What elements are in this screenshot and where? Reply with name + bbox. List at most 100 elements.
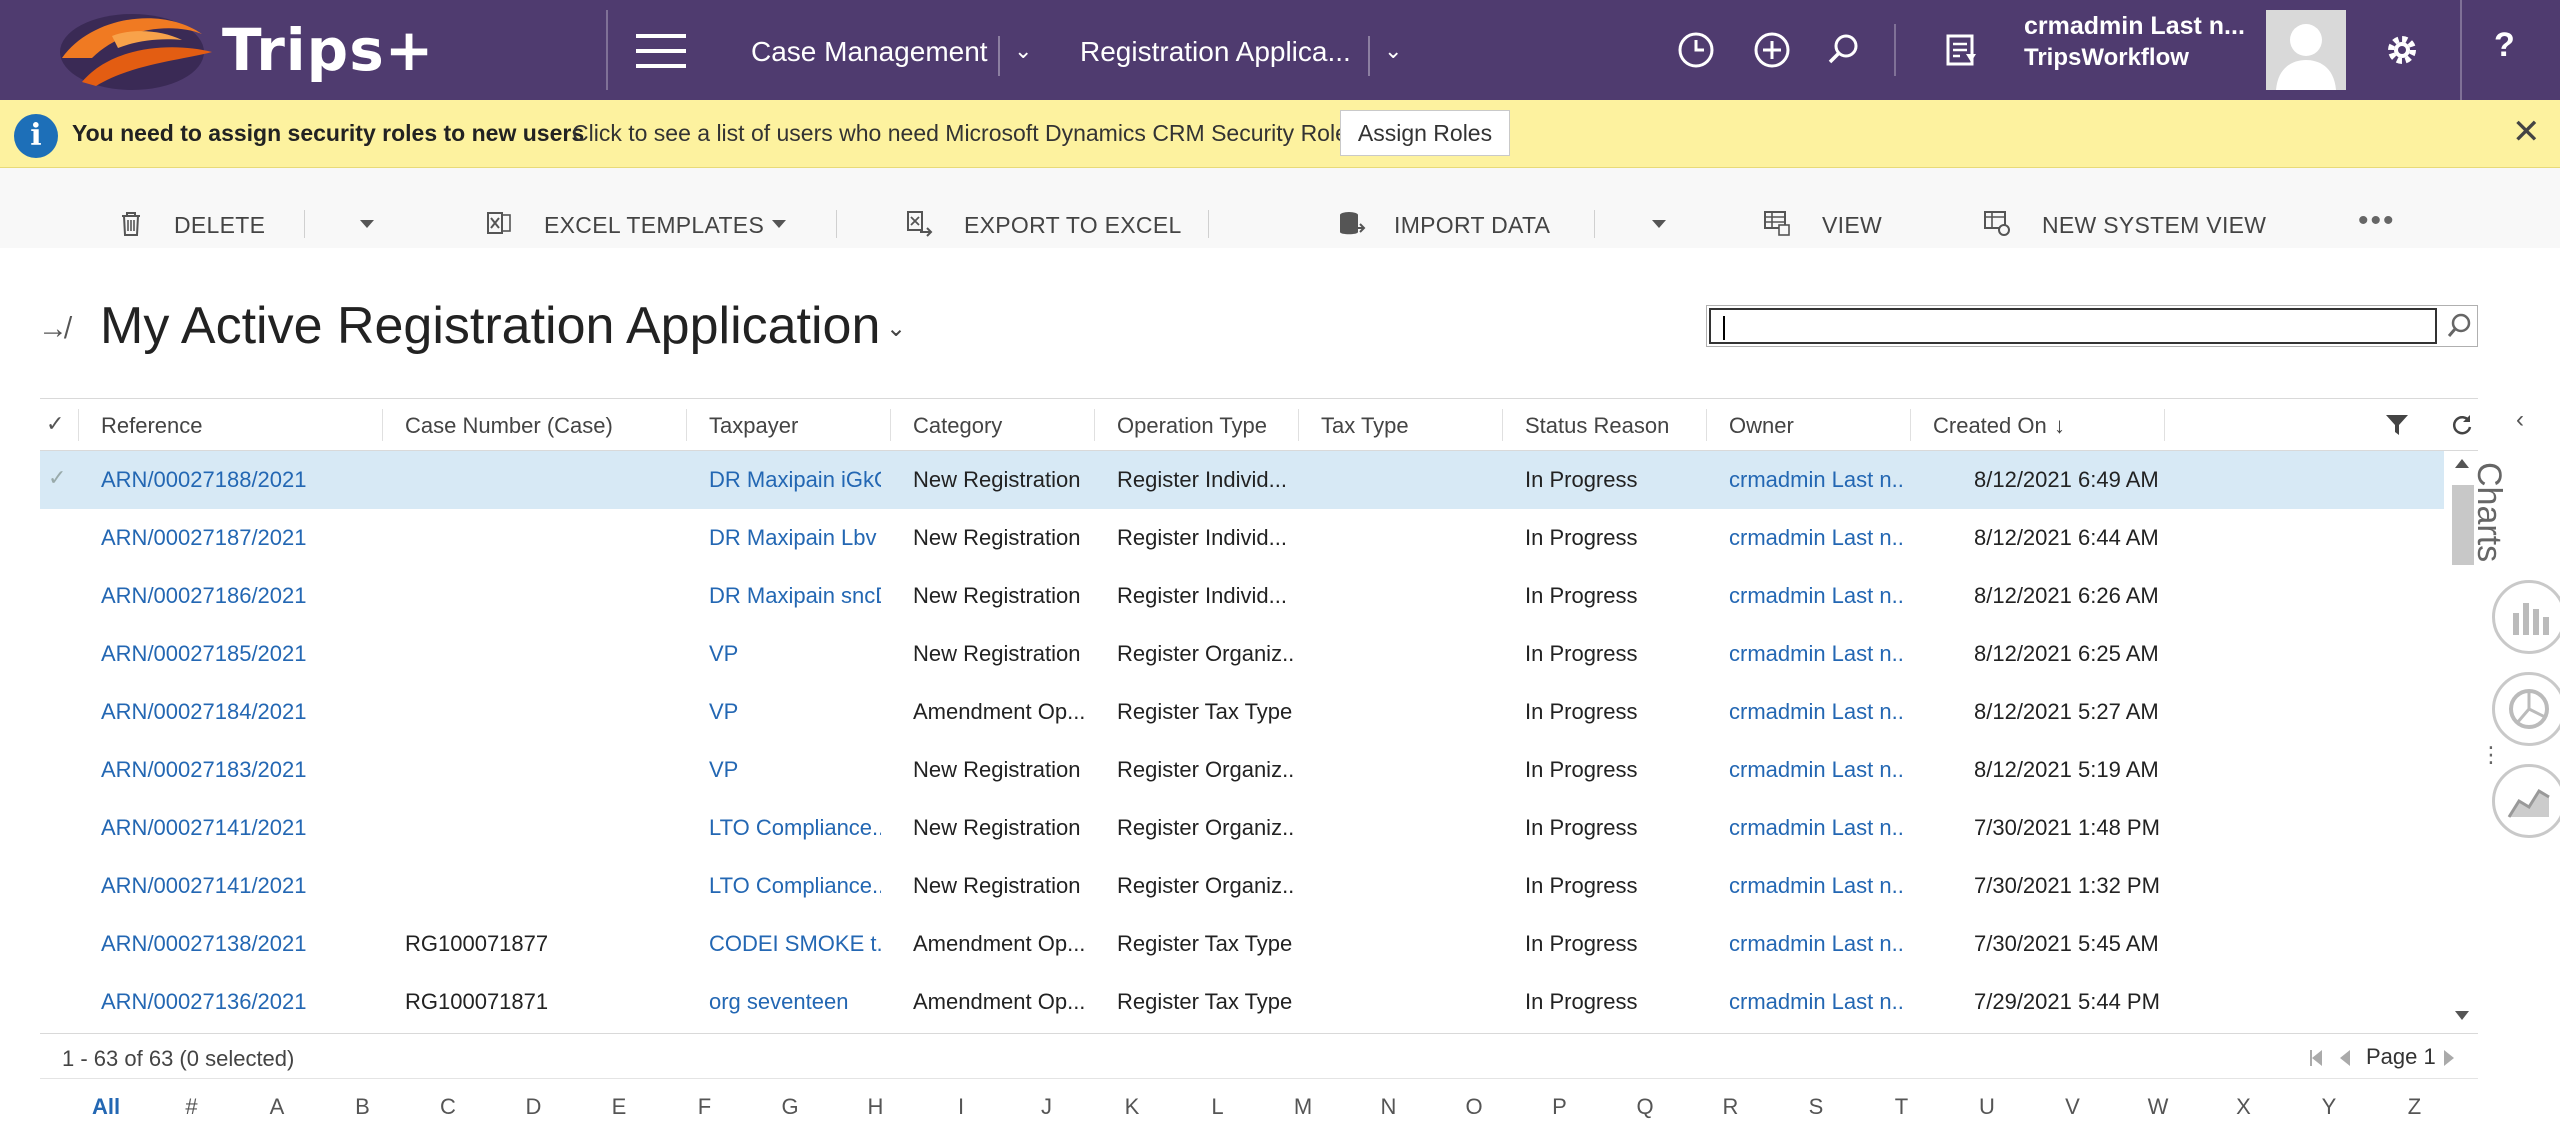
column-header-owner[interactable]: Owner: [1729, 413, 1794, 439]
cell-taxpayer[interactable]: VP: [709, 757, 738, 783]
refresh-icon[interactable]: [2450, 413, 2474, 437]
nav-area-case-management[interactable]: Case Management: [751, 36, 988, 68]
cell-owner[interactable]: crmadmin Last n...: [1729, 757, 1905, 783]
cell-taxpayer[interactable]: VP: [709, 641, 738, 667]
import-data-button[interactable]: IMPORT DATA: [1394, 212, 1550, 239]
notification-message[interactable]: Click to see a list of users who need Mi…: [572, 120, 1366, 147]
select-all-checkbox[interactable]: ✓: [46, 411, 64, 437]
area-chart-icon[interactable]: [2492, 764, 2560, 838]
new-system-view-button[interactable]: NEW SYSTEM VIEW: [2042, 212, 2266, 239]
table-row[interactable]: ARN/00027183/2021 VP New Registration Regis…: [40, 741, 2444, 799]
alphabet-filter-w[interactable]: W: [2138, 1094, 2178, 1120]
area-chevron-down-icon[interactable]: ⌄: [1014, 38, 1032, 64]
table-row[interactable]: ARN/00027184/2021 VP Amendment Op... Regist…: [40, 683, 2444, 741]
cell-owner[interactable]: crmadmin Last n...: [1729, 525, 1905, 551]
alphabet-filter-j[interactable]: J: [1027, 1094, 1067, 1120]
alphabet-filter-i[interactable]: I: [941, 1094, 981, 1120]
delete-button[interactable]: DELETE: [174, 212, 265, 239]
user-avatar[interactable]: [2266, 10, 2346, 90]
search-button-icon[interactable]: [2441, 308, 2477, 344]
view-title[interactable]: My Active Registration Application: [100, 296, 880, 356]
alphabet-filter-x[interactable]: X: [2224, 1094, 2264, 1120]
alphabet-filter-z[interactable]: Z: [2395, 1094, 2435, 1120]
cell-reference[interactable]: ARN/00027136/2021: [101, 989, 307, 1015]
user-organization[interactable]: TripsWorkflow: [2024, 44, 2189, 72]
cell-taxpayer[interactable]: org seventeen: [709, 989, 848, 1015]
alphabet-filter-t[interactable]: T: [1882, 1094, 1922, 1120]
table-row[interactable]: ARN/00027187/2021 DR Maxipain Lbv New Regi…: [40, 509, 2444, 567]
cell-taxpayer[interactable]: LTO Compliance...: [709, 873, 881, 899]
alphabet-filter-o[interactable]: O: [1454, 1094, 1494, 1120]
trips-logo[interactable]: Trips+: [52, 6, 492, 94]
alphabet-filter-c[interactable]: C: [428, 1094, 468, 1120]
column-header-created-on[interactable]: Created On: [1933, 413, 2047, 439]
column-header-category[interactable]: Category: [913, 413, 1002, 439]
cell-taxpayer[interactable]: DR Maxipain iGkO: [709, 467, 881, 493]
entity-chevron-down-icon[interactable]: ⌄: [1384, 38, 1402, 64]
table-row[interactable]: ARN/00027136/2021 RG100071871 org seventee…: [40, 973, 2444, 1031]
alphabet-filter-p[interactable]: P: [1540, 1094, 1580, 1120]
alphabet-filter-all[interactable]: All: [86, 1094, 126, 1120]
column-header-case-number[interactable]: Case Number (Case): [405, 413, 613, 439]
alphabet-filter-k[interactable]: K: [1112, 1094, 1152, 1120]
table-row[interactable]: ARN/00027185/2021 VP New Registration Regis…: [40, 625, 2444, 683]
search-input[interactable]: [1709, 308, 2437, 344]
alphabet-filter-v[interactable]: V: [2053, 1094, 2093, 1120]
cell-taxpayer[interactable]: DR Maxipain Lbv: [709, 525, 877, 551]
more-commands-button[interactable]: •••: [2358, 204, 2396, 238]
filter-icon[interactable]: [2384, 413, 2410, 437]
alphabet-filter-d[interactable]: D: [514, 1094, 554, 1120]
view-selector-chevron-icon[interactable]: ⌄: [886, 314, 906, 343]
alphabet-filter-g[interactable]: G: [770, 1094, 810, 1120]
alphabet-filter-b[interactable]: B: [343, 1094, 383, 1120]
excel-templates-button[interactable]: EXCEL TEMPLATES: [544, 212, 764, 239]
delete-dropdown-caret[interactable]: [360, 220, 374, 228]
help-button[interactable]: ?: [2494, 26, 2515, 65]
close-notification-icon[interactable]: ✕: [2512, 112, 2541, 152]
first-page-icon[interactable]: [2312, 1050, 2322, 1066]
alphabet-filter-a[interactable]: A: [257, 1094, 297, 1120]
table-row[interactable]: ARN/00027141/2021 LTO Compliance... New Re…: [40, 857, 2444, 915]
alphabet-filter-hash[interactable]: #: [172, 1094, 212, 1120]
cell-reference[interactable]: ARN/00027184/2021: [101, 699, 307, 725]
table-row[interactable]: ARN/00027138/2021 RG100071877 CODEI SMOKE …: [40, 915, 2444, 973]
excel-templates-dropdown-caret[interactable]: [772, 220, 786, 228]
recent-history-icon[interactable]: [1674, 28, 1718, 72]
row-select-checkbox[interactable]: ✓: [48, 465, 66, 491]
alphabet-filter-n[interactable]: N: [1369, 1094, 1409, 1120]
cell-reference[interactable]: ARN/00027141/2021: [101, 873, 307, 899]
alphabet-filter-y[interactable]: Y: [2309, 1094, 2349, 1120]
scroll-up-arrow[interactable]: [2455, 459, 2469, 468]
cell-reference[interactable]: ARN/00027187/2021: [101, 525, 307, 551]
cell-taxpayer[interactable]: DR Maxipain sncD: [709, 583, 881, 609]
pie-chart-icon[interactable]: [2492, 672, 2560, 746]
view-button[interactable]: VIEW: [1822, 212, 1882, 239]
column-header-operation-type[interactable]: Operation Type: [1117, 413, 1267, 439]
table-row[interactable]: ARN/00027141/2021 LTO Compliance... New Re…: [40, 799, 2444, 857]
alphabet-filter-f[interactable]: F: [685, 1094, 725, 1120]
export-to-excel-button[interactable]: EXPORT TO EXCEL: [964, 212, 1182, 239]
pane-resize-grip[interactable]: ⋮: [2480, 742, 2502, 768]
alphabet-filter-l[interactable]: L: [1198, 1094, 1238, 1120]
nav-entity-registration[interactable]: Registration Applica...: [1080, 36, 1351, 68]
settings-gear-icon[interactable]: [2380, 28, 2424, 72]
cell-taxpayer[interactable]: CODEI SMOKE t...: [709, 931, 881, 957]
cell-reference[interactable]: ARN/00027185/2021: [101, 641, 307, 667]
alphabet-filter-q[interactable]: Q: [1625, 1094, 1665, 1120]
import-dropdown-caret[interactable]: [1652, 220, 1666, 228]
cell-reference[interactable]: ARN/00027141/2021: [101, 815, 307, 841]
cell-taxpayer[interactable]: VP: [709, 699, 738, 725]
previous-page-icon[interactable]: [2340, 1050, 2350, 1066]
charts-pane-label[interactable]: Charts: [2469, 462, 2508, 562]
assign-roles-button[interactable]: Assign Roles: [1340, 110, 1510, 156]
user-name[interactable]: crmadmin Last n...: [2024, 12, 2245, 41]
create-new-icon[interactable]: [1750, 28, 1794, 72]
cell-owner[interactable]: crmadmin Last n...: [1729, 583, 1905, 609]
table-row[interactable]: ✓ ARN/00027188/2021 DR Maxipain iGkO New Re…: [40, 451, 2444, 509]
column-header-status-reason[interactable]: Status Reason: [1525, 413, 1669, 439]
cell-reference[interactable]: ARN/00027186/2021: [101, 583, 307, 609]
cell-owner[interactable]: crmadmin Last n...: [1729, 467, 1905, 493]
advanced-find-icon[interactable]: [1940, 28, 1984, 72]
pin-icon[interactable]: ↛: [38, 312, 68, 346]
cell-reference[interactable]: ARN/00027138/2021: [101, 931, 307, 957]
